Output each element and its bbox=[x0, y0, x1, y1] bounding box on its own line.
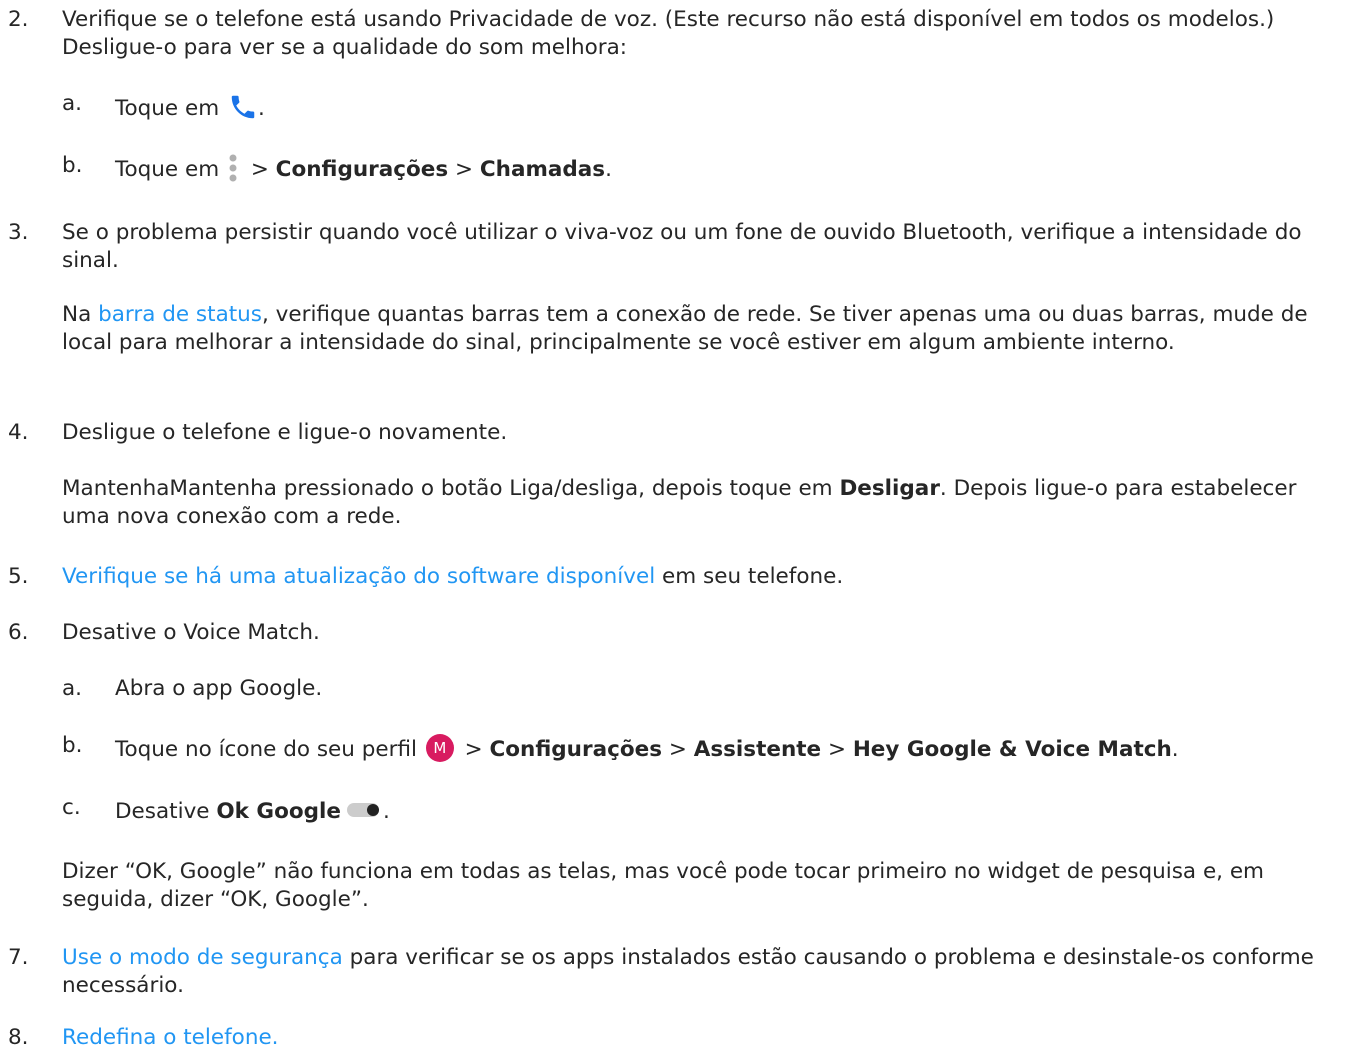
step-number: 4. bbox=[8, 420, 29, 445]
substep-text: Toque no ícone do seu perfil bbox=[115, 737, 424, 762]
step-3-paragraph: Na barra de status, verifique quantas ba… bbox=[62, 301, 1345, 357]
menu-configuracoes: Configurações bbox=[489, 737, 663, 762]
paragraph-text: Na bbox=[62, 302, 99, 327]
step-text: Se o problema persistir quando você util… bbox=[62, 220, 1302, 273]
separator: > bbox=[243, 157, 276, 182]
step-text: em seu telefone. bbox=[655, 564, 844, 589]
avatar-icon: M bbox=[425, 734, 454, 762]
substep-end: . bbox=[605, 157, 612, 182]
status-bar-link[interactable]: barra de status bbox=[98, 302, 262, 327]
menu-chamadas: Chamadas bbox=[479, 157, 606, 182]
ok-google-label: Ok Google bbox=[216, 799, 341, 824]
substep-text: Abra o app Google. bbox=[115, 676, 323, 701]
menu-assistente: Assistente bbox=[693, 737, 822, 762]
substep-text: Toque em bbox=[115, 157, 226, 182]
separator: > bbox=[662, 737, 694, 762]
step-text: Desative o Voice Match. bbox=[62, 620, 320, 645]
step-number: 6. bbox=[8, 620, 29, 645]
step-number: 2. bbox=[8, 7, 29, 32]
separator: > bbox=[448, 157, 480, 182]
step-6-paragraph: Dizer “OK, Google” não funciona em todas… bbox=[62, 859, 1265, 912]
toggle-off-icon bbox=[346, 803, 379, 817]
step-text: Desligue o telefone e ligue-o novamente. bbox=[62, 420, 508, 445]
reset-phone-link[interactable]: Redefina o telefone. bbox=[62, 1025, 279, 1050]
more-vert-icon bbox=[229, 154, 237, 182]
paragraph-text: MantenhaMantenha pressionado o botão Lig… bbox=[62, 476, 840, 501]
substep-end: . bbox=[382, 799, 390, 824]
menu-configuracoes: Configurações bbox=[275, 157, 449, 182]
substep-label: c. bbox=[62, 795, 81, 820]
phone-icon bbox=[231, 95, 255, 119]
substep-label: b. bbox=[62, 153, 83, 178]
substep-end: . bbox=[1171, 737, 1179, 762]
step-text: Verifique se o telefone está usando Priv… bbox=[62, 7, 1275, 60]
step-number: 5. bbox=[8, 564, 29, 589]
substep-text: Desative bbox=[115, 799, 217, 824]
step-number: 7. bbox=[8, 945, 29, 970]
desligar-label: Desligar bbox=[839, 476, 940, 501]
substep-label: b. bbox=[62, 733, 83, 758]
step-number: 3. bbox=[8, 220, 29, 245]
separator: > bbox=[457, 737, 490, 762]
software-update-link[interactable]: Verifique se há uma atualização do softw… bbox=[62, 564, 655, 589]
substep-label: a. bbox=[62, 91, 83, 116]
menu-hey-google-voice-match: Hey Google & Voice Match bbox=[852, 737, 1172, 762]
step-4-paragraph: MantenhaMantenha pressionado o botão Lig… bbox=[62, 475, 1345, 531]
substep-label: a. bbox=[62, 676, 83, 701]
substep-text: Toque em bbox=[115, 96, 226, 121]
step-number: 8. bbox=[8, 1025, 29, 1050]
substep-end: . bbox=[257, 96, 265, 121]
safe-mode-link[interactable]: Use o modo de segurança bbox=[62, 945, 343, 970]
separator: > bbox=[821, 737, 853, 762]
